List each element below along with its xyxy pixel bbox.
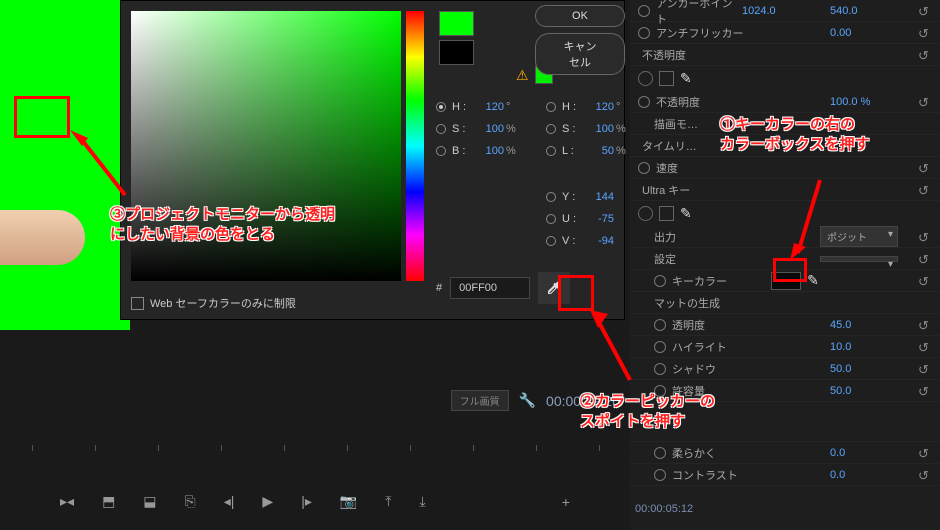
monitor-controls: フル画質 🔧 00:00:19:20 ▸◂ ⬒ ⬓ ⎘ ◂| ▶ |▸ 📷 ⤒ … — [0, 330, 630, 530]
annotation-box-keycolor — [773, 258, 807, 282]
reset-icon[interactable] — [918, 274, 932, 288]
radio-u[interactable] — [546, 214, 556, 224]
stopwatch-icon[interactable] — [654, 319, 666, 331]
old-color-swatch — [439, 40, 474, 65]
eyedropper-icon[interactable]: ✎ — [807, 272, 819, 289]
reset-icon[interactable] — [918, 230, 932, 244]
annotation-3: ③プロジェクトモニターから透明にしたい背景の色をとる — [110, 205, 335, 246]
video-content-hand — [0, 210, 85, 265]
radio-h[interactable] — [436, 102, 446, 112]
reset-icon[interactable] — [918, 161, 932, 175]
resolution-dropdown[interactable]: フル画質 — [451, 390, 509, 411]
mask-ellipse-icon[interactable] — [638, 71, 653, 86]
stopwatch-icon[interactable] — [654, 469, 666, 481]
new-color-swatch — [439, 11, 474, 36]
setting-dropdown[interactable] — [820, 256, 898, 262]
hsl-column: H :120° S :100% L :50% — [546, 101, 626, 167]
warning-icon: ⚠ — [516, 67, 529, 84]
dialog-buttons: OK キャンセル — [535, 5, 625, 81]
annotation-box-monitor — [14, 96, 70, 138]
hue-slider[interactable] — [406, 11, 424, 281]
annotation-2: ②カラーピッカーのスポイトを押す — [580, 392, 715, 433]
radio-s2[interactable] — [546, 124, 556, 134]
label-h: H : — [452, 101, 470, 113]
radio-b[interactable] — [436, 146, 446, 156]
hex-input[interactable] — [450, 277, 530, 299]
reset-icon[interactable] — [918, 318, 932, 332]
transport-controls: ▸◂ ⬒ ⬓ ⎘ ◂| ▶ |▸ 📷 ⤒ ⤓ + — [60, 493, 570, 510]
reset-icon[interactable] — [918, 340, 932, 354]
reset-icon[interactable] — [918, 26, 932, 40]
reset-icon[interactable] — [918, 252, 932, 266]
cancel-button[interactable]: キャンセル — [535, 33, 625, 75]
overwrite-icon[interactable]: ⬓ — [143, 493, 156, 510]
websafe-label: Web セーフカラーのみに制限 — [150, 295, 296, 311]
stopwatch-icon[interactable] — [638, 27, 650, 39]
export-frame-icon[interactable]: ⎘ — [185, 493, 196, 510]
stopwatch-icon[interactable] — [638, 5, 650, 17]
stopwatch-icon[interactable] — [638, 162, 650, 174]
reset-icon[interactable] — [918, 183, 932, 197]
timeline-timecode[interactable]: 00:00:05:12 — [635, 503, 693, 515]
annotation-box-eyedropper — [558, 275, 594, 311]
label-s: S : — [452, 123, 470, 135]
hex-row: # — [436, 272, 570, 304]
reset-icon[interactable] — [918, 446, 932, 460]
radio-l[interactable] — [546, 146, 556, 156]
value-b[interactable]: 100 — [474, 145, 504, 157]
mask-ellipse-icon[interactable] — [638, 206, 653, 221]
stopwatch-icon[interactable] — [638, 96, 650, 108]
radio-h2[interactable] — [546, 102, 556, 112]
pen-icon[interactable]: ✎ — [680, 70, 692, 87]
stopwatch-icon[interactable] — [654, 341, 666, 353]
mask-rect-icon[interactable] — [659, 71, 674, 86]
hsv-column: H :120° S :100% B :100% — [436, 101, 541, 167]
radio-v[interactable] — [546, 236, 556, 246]
reset-icon[interactable] — [918, 95, 932, 109]
reset-icon[interactable] — [918, 468, 932, 482]
reset-icon[interactable] — [918, 362, 932, 376]
yuv-column: Y :144 U :-75 V :-94 — [546, 191, 626, 257]
reset-icon[interactable] — [918, 384, 932, 398]
stopwatch-icon[interactable] — [654, 363, 666, 375]
extract-icon[interactable]: ⤓ — [420, 493, 426, 510]
stopwatch-icon[interactable] — [654, 447, 666, 459]
mask-rect-icon[interactable] — [659, 206, 674, 221]
pen-icon[interactable]: ✎ — [680, 205, 692, 222]
step-back-icon[interactable]: ◂| — [224, 493, 235, 510]
label-b: B : — [452, 145, 470, 157]
step-forward-icon[interactable]: |▸ — [301, 493, 312, 510]
wrench-icon[interactable]: 🔧 — [519, 392, 536, 409]
play-icon[interactable]: ▶ — [262, 493, 273, 510]
time-ruler[interactable] — [0, 445, 630, 465]
ok-button[interactable]: OK — [535, 5, 625, 27]
value-h[interactable]: 120 — [474, 101, 504, 113]
arrow-2 — [590, 310, 640, 390]
insert-icon[interactable]: ⬒ — [102, 493, 115, 510]
websafe-checkbox[interactable] — [131, 297, 144, 310]
reset-icon[interactable] — [918, 48, 932, 62]
hex-label: # — [436, 282, 442, 294]
reset-icon[interactable] — [918, 4, 932, 18]
camera-icon[interactable]: 📷 — [340, 493, 357, 510]
add-marker-icon[interactable]: + — [562, 494, 570, 510]
radio-s[interactable] — [436, 124, 446, 134]
output-dropdown[interactable]: ポジット — [820, 226, 898, 247]
websafe-row: Web セーフカラーのみに制限 — [131, 295, 296, 311]
radio-y[interactable] — [546, 192, 556, 202]
arrow-3 — [70, 130, 130, 200]
lift-icon[interactable]: ⤒ — [385, 493, 391, 510]
mark-in-icon[interactable]: ▸◂ — [60, 493, 74, 510]
stopwatch-icon[interactable] — [654, 275, 666, 287]
arrow-1 — [790, 175, 830, 260]
color-swatches — [439, 11, 474, 69]
value-s[interactable]: 100 — [474, 123, 504, 135]
annotation-1: ①キーカラーの右のカラーボックスを押す — [720, 115, 870, 156]
